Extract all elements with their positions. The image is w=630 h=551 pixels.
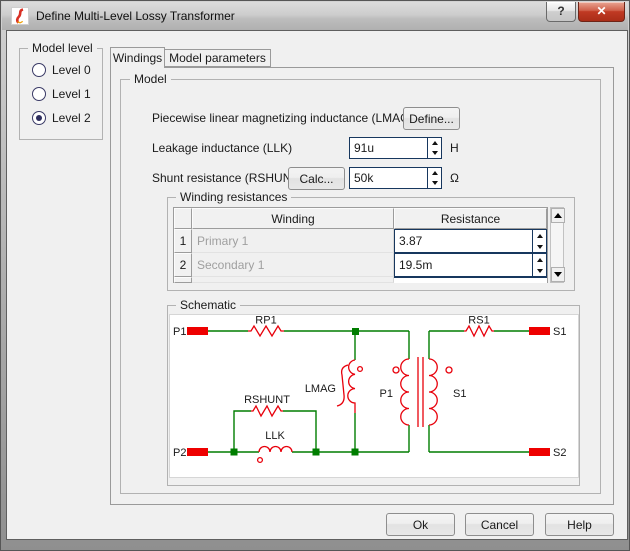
lmag-define-button[interactable]: Define... bbox=[403, 107, 460, 130]
radio-level-1-icon[interactable] bbox=[32, 87, 46, 101]
s1-terminal-pad bbox=[529, 327, 550, 335]
rshunt-spin-down-icon[interactable] bbox=[428, 178, 441, 188]
model-caption: Model bbox=[130, 72, 171, 87]
transformer-schematic: P1 P2 S1 S2 RP1 RS1 RSHUNT LLK LMAG P1 S bbox=[170, 315, 578, 477]
dialog-body: Model level Level 0 Level 1 Level 2 Wind… bbox=[6, 30, 628, 540]
close-button[interactable]: ✕ bbox=[578, 2, 625, 22]
ok-button[interactable]: Ok bbox=[386, 513, 455, 536]
model-group: Model Piecewise linear magnetizing induc… bbox=[120, 79, 601, 494]
p2-terminal-pad bbox=[187, 448, 208, 456]
dialog-define-multi-level-lossy-transformer: Define Multi-Level Lossy Transformer ? ✕… bbox=[0, 0, 630, 551]
app-icon bbox=[11, 7, 29, 25]
resistance-2-spin-up-icon[interactable] bbox=[533, 254, 546, 265]
winding-resistances-group: Winding resistances Winding Resistance 1… bbox=[167, 197, 575, 291]
lmag-schematic-label: LMAG bbox=[305, 383, 336, 395]
rshunt-spinbox[interactable]: 50k bbox=[349, 167, 442, 189]
row-header-3-partial bbox=[174, 277, 192, 283]
scroll-down-icon bbox=[554, 272, 562, 277]
radio-level-1[interactable]: Level 1 bbox=[32, 86, 91, 102]
llk-value[interactable]: 91u bbox=[350, 138, 427, 158]
p1-terminal-label: P1 bbox=[173, 326, 186, 338]
radio-level-0-icon[interactable] bbox=[32, 63, 46, 77]
rshunt-value[interactable]: 50k bbox=[350, 168, 427, 188]
radio-level-2[interactable]: Level 2 bbox=[32, 110, 91, 126]
llk-spin-buttons[interactable] bbox=[427, 138, 441, 158]
rshunt-spin-buttons[interactable] bbox=[427, 168, 441, 188]
help-titlebar-button[interactable]: ? bbox=[546, 2, 576, 22]
p1-terminal-pad bbox=[187, 327, 208, 335]
column-header-resistance[interactable]: Resistance bbox=[394, 208, 547, 229]
llk-spinbox[interactable]: 91u bbox=[349, 137, 442, 159]
radio-level-2-icon[interactable] bbox=[32, 111, 46, 125]
llk-label: Leakage inductance (LLK) bbox=[152, 141, 292, 155]
rshunt-calc-button[interactable]: Calc... bbox=[288, 167, 345, 190]
p2-terminal-label: P2 bbox=[173, 447, 186, 459]
screen: Define Multi-Level Lossy Transformer ? ✕… bbox=[0, 0, 630, 551]
windings-tab-panel: Model Piecewise linear magnetizing induc… bbox=[110, 67, 614, 505]
close-icon: ✕ bbox=[596, 4, 606, 18]
resistance-2-spin-down-icon[interactable] bbox=[533, 265, 546, 276]
resistance-spinbox-primary-1[interactable]: 3.87 bbox=[394, 229, 547, 253]
table-vertical-scrollbar[interactable] bbox=[550, 207, 564, 283]
model-level-group: Model level Level 0 Level 1 Level 2 bbox=[19, 48, 103, 140]
column-header-winding[interactable]: Winding bbox=[192, 208, 394, 229]
title-bar[interactable]: Define Multi-Level Lossy Transformer bbox=[2, 2, 628, 30]
schematic-canvas: P1 P2 S1 S2 RP1 RS1 RSHUNT LLK LMAG P1 S bbox=[169, 314, 579, 478]
scroll-up-button[interactable] bbox=[551, 208, 565, 223]
winding-cell-primary-1: Primary 1 bbox=[192, 229, 394, 253]
s2-terminal-pad bbox=[529, 448, 550, 456]
table-corner-cell bbox=[174, 208, 192, 229]
llk-schematic-label: LLK bbox=[265, 430, 285, 442]
resistance-spin-buttons-1[interactable] bbox=[532, 230, 546, 252]
resistance-value-secondary-1[interactable]: 19.5m bbox=[395, 254, 532, 276]
radio-level-0[interactable]: Level 0 bbox=[32, 62, 91, 78]
schematic-caption: Schematic bbox=[176, 298, 240, 313]
rshunt-spin-up-icon[interactable] bbox=[428, 168, 441, 178]
tab-model-parameters[interactable]: Model parameters bbox=[164, 49, 271, 67]
schematic-group: Schematic bbox=[167, 305, 580, 486]
winding-resistances-table: Winding Resistance 1 Primary 1 3.87 bbox=[173, 207, 548, 283]
llk-unit: H bbox=[450, 141, 459, 155]
row-header-2[interactable]: 2 bbox=[174, 253, 192, 277]
rs1-label: RS1 bbox=[468, 315, 489, 327]
window-title: Define Multi-Level Lossy Transformer bbox=[36, 2, 235, 30]
winding-cell-secondary-1: Secondary 1 bbox=[192, 253, 394, 277]
resistance-1-spin-down-icon[interactable] bbox=[533, 241, 546, 252]
llk-spin-up-icon[interactable] bbox=[428, 138, 441, 148]
resistance-spin-buttons-2[interactable] bbox=[532, 254, 546, 276]
s1-terminal-label: S1 bbox=[553, 326, 566, 338]
radio-level-1-label: Level 1 bbox=[52, 87, 91, 101]
rp1-label: RP1 bbox=[255, 315, 276, 327]
help-button[interactable]: Help bbox=[545, 513, 614, 536]
rshunt-schematic-label: RSHUNT bbox=[244, 394, 290, 406]
rshunt-label: Shunt resistance (RSHUNT) bbox=[152, 171, 303, 185]
model-level-caption: Model level bbox=[28, 41, 97, 56]
question-icon: ? bbox=[557, 4, 564, 18]
radio-level-0-label: Level 0 bbox=[52, 63, 91, 77]
radio-level-2-label: Level 2 bbox=[52, 111, 91, 125]
s2-terminal-label: S2 bbox=[553, 447, 566, 459]
resistance-1-spin-up-icon[interactable] bbox=[533, 230, 546, 241]
primary-winding-label: P1 bbox=[380, 388, 393, 400]
cancel-button[interactable]: Cancel bbox=[465, 513, 534, 536]
winding-cell-3-partial bbox=[192, 277, 394, 283]
scroll-down-button[interactable] bbox=[551, 267, 565, 282]
secondary-winding-label: S1 bbox=[453, 388, 466, 400]
rshunt-unit: Ω bbox=[450, 171, 459, 185]
resistance-value-primary-1[interactable]: 3.87 bbox=[395, 230, 532, 252]
tab-windings[interactable]: Windings bbox=[110, 47, 165, 68]
scroll-up-icon bbox=[554, 213, 562, 218]
llk-spin-down-icon[interactable] bbox=[428, 148, 441, 158]
resistance-cell-3-partial bbox=[394, 277, 547, 283]
lmag-label: Piecewise linear magnetizing inductance … bbox=[152, 111, 413, 125]
winding-resistances-caption: Winding resistances bbox=[176, 190, 291, 205]
row-header-1[interactable]: 1 bbox=[174, 229, 192, 253]
resistance-spinbox-secondary-1[interactable]: 19.5m bbox=[394, 253, 547, 277]
